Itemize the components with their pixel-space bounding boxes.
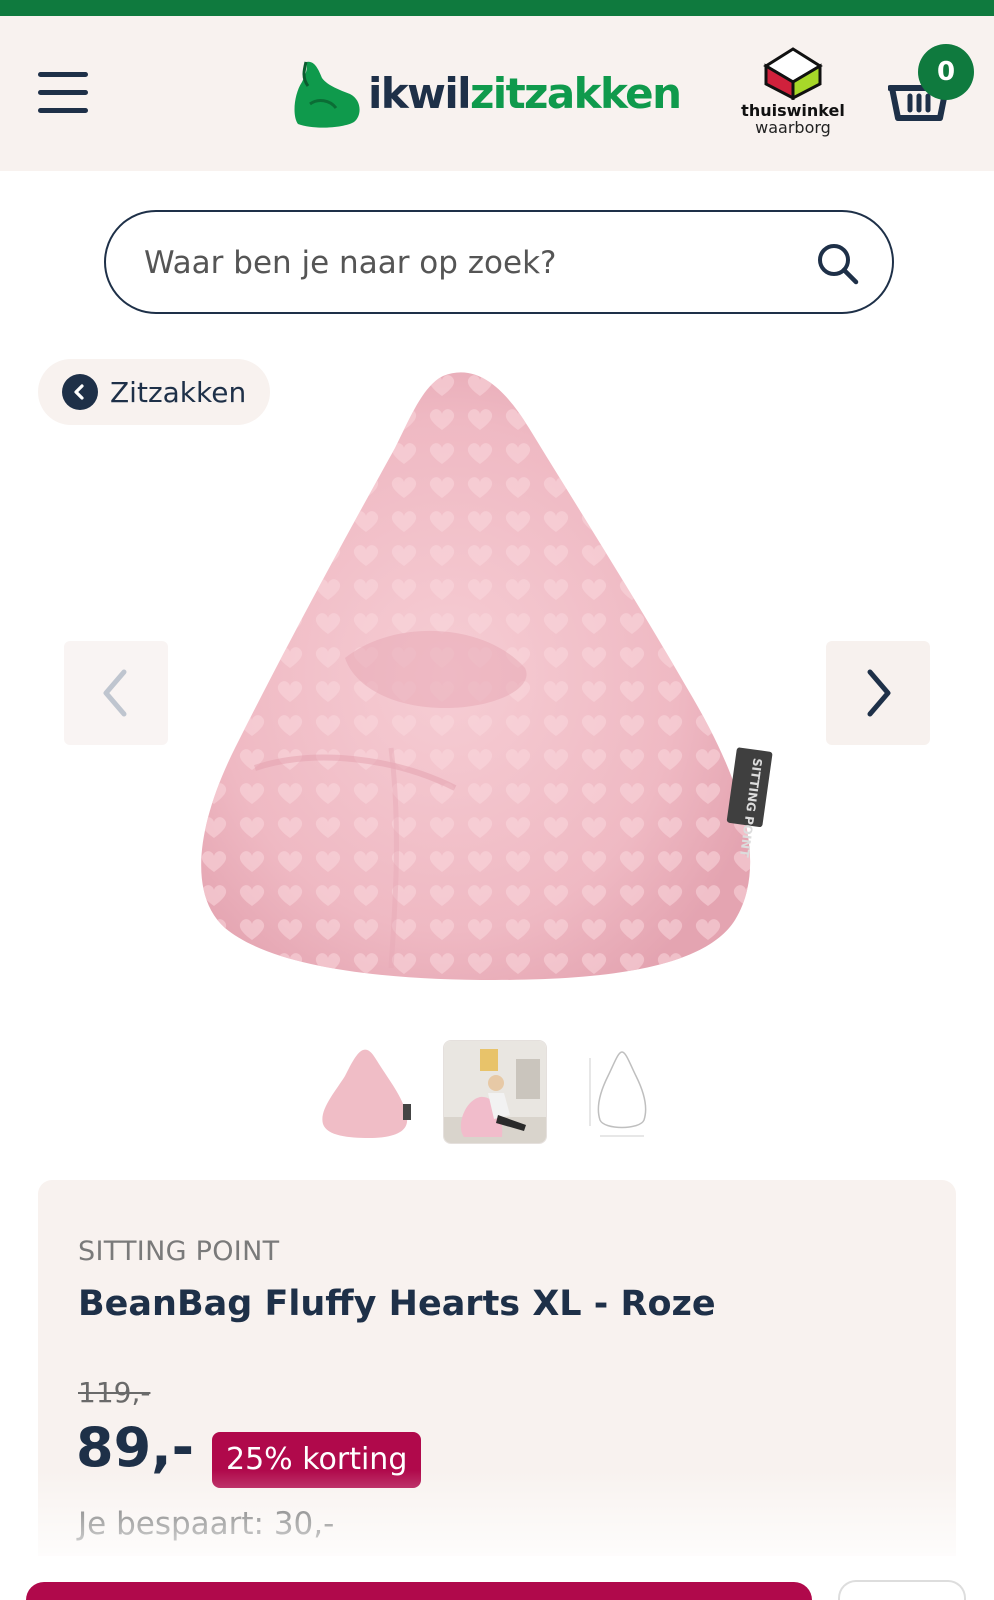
product-brand[interactable]: SITTING POINT xyxy=(78,1236,279,1267)
thumbnail-1[interactable] xyxy=(317,1040,421,1144)
logo-wordmark: ikwilzitzakken xyxy=(368,73,682,115)
hamburger-menu-icon xyxy=(38,72,88,77)
site-logo[interactable]: ikwilzitzakken xyxy=(288,56,708,132)
trust-line-2: waarborg xyxy=(755,118,831,137)
top-accent-bar xyxy=(0,0,994,16)
dimensions-thumbnail-image xyxy=(570,1040,674,1144)
thumbnail-3[interactable] xyxy=(570,1040,674,1144)
product-info-card: SITTING POINT BeanBag Fluffy Hearts XL -… xyxy=(38,1180,956,1580)
gallery-next-button[interactable] xyxy=(826,641,930,745)
site-header: ikwilzitzakken thuiswinkel waarborg 0 xyxy=(0,16,994,171)
old-price: 119,- xyxy=(78,1376,151,1409)
secondary-action-button[interactable] xyxy=(838,1580,966,1600)
beanbag-logo-icon xyxy=(294,61,360,128)
discount-badge: 25% korting xyxy=(212,1432,422,1488)
cart-count-badge: 0 xyxy=(918,44,974,100)
thuiswinkel-badge[interactable]: thuiswinkel waarborg xyxy=(738,46,848,146)
thuiswinkel-house-icon xyxy=(763,47,823,100)
search-bar xyxy=(104,210,894,314)
search-icon[interactable] xyxy=(814,240,862,288)
breadcrumb-label: Zitzakken xyxy=(110,375,247,409)
logo-text-part1: ikwil xyxy=(368,69,472,118)
product-title: BeanBag Fluffy Hearts XL - Roze xyxy=(78,1284,716,1324)
search-input[interactable] xyxy=(144,236,784,290)
cart-button[interactable]: 0 xyxy=(888,44,978,124)
thumbnail-strip xyxy=(0,1040,994,1150)
logo-text-part2: zitzakken xyxy=(469,69,682,118)
current-price: 89,- xyxy=(76,1416,195,1479)
beanbag-thumbnail-image xyxy=(317,1040,421,1144)
gallery-prev-button[interactable] xyxy=(64,641,168,745)
savings-text: Je bespaart: 30,- xyxy=(78,1506,335,1542)
lifestyle-thumbnail-image xyxy=(444,1041,546,1143)
breadcrumb-back-link[interactable]: Zitzakken xyxy=(38,359,270,425)
chevron-left-icon xyxy=(103,669,127,717)
chevron-left-circle-icon xyxy=(62,374,98,410)
product-main-image[interactable]: SITTING POINT xyxy=(195,368,795,988)
thumbnail-2[interactable] xyxy=(443,1040,547,1144)
menu-button[interactable] xyxy=(38,68,90,116)
beanbag-image: SITTING POINT xyxy=(201,372,773,980)
add-to-cart-button[interactable] xyxy=(26,1582,812,1600)
chevron-right-icon xyxy=(867,669,891,717)
